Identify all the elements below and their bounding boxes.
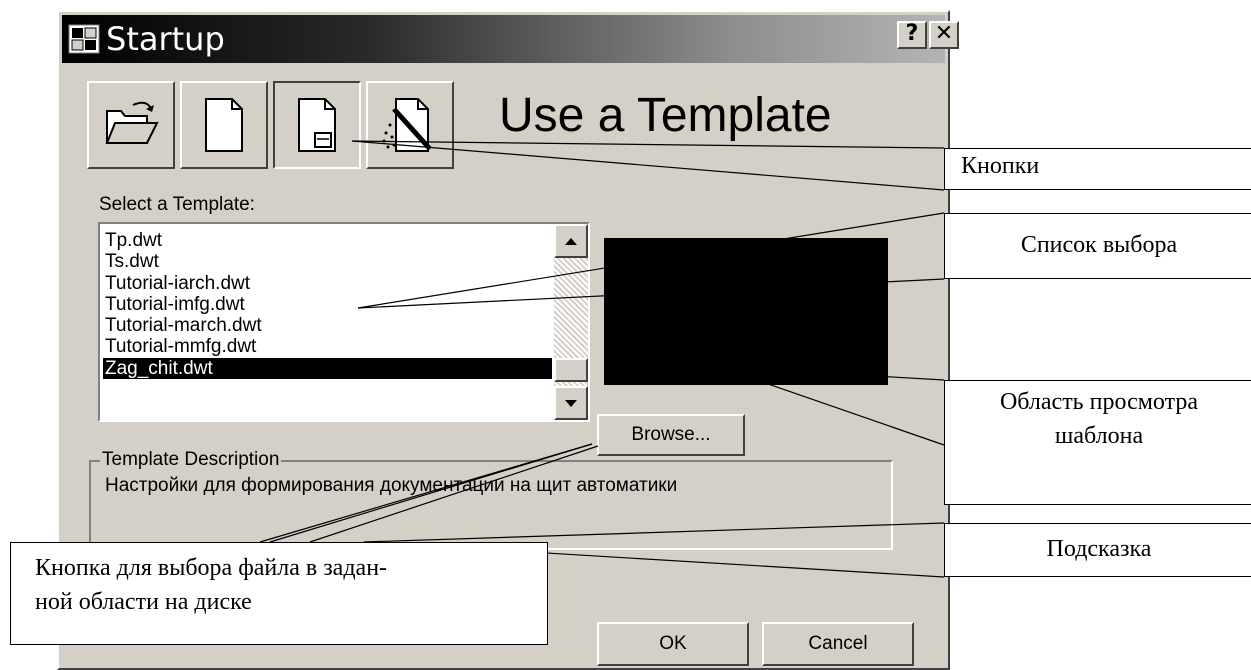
window-title: Startup	[106, 20, 225, 58]
callout-browse-line2: ной области на диске	[35, 589, 252, 615]
template-list-label: Select a Template:	[99, 194, 255, 215]
template-list-item[interactable]: Ts.dwt	[103, 251, 552, 272]
template-description-text: Настройки для формирования документации …	[105, 475, 678, 496]
close-button[interactable]: ✕	[929, 21, 959, 49]
wizard-document-icon	[382, 98, 432, 152]
use-wizard-button[interactable]	[366, 81, 454, 169]
scroll-up-button[interactable]	[554, 224, 588, 258]
template-listbox[interactable]: Tp.dwt Ts.dwt Tutorial-iarch.dwt Tutorial-i…	[98, 222, 590, 422]
cancel-button[interactable]: Cancel	[762, 622, 914, 666]
app-icon	[68, 24, 100, 54]
scroll-thumb[interactable]	[554, 358, 588, 382]
template-description-legend: Template Description	[100, 449, 282, 471]
blank-document-icon	[205, 98, 243, 152]
list-scrollbar[interactable]	[554, 224, 588, 420]
help-button[interactable]: ?	[897, 21, 927, 49]
arrow-up-icon	[565, 238, 577, 245]
callout-preview-line2: шаблона	[1054, 423, 1144, 449]
browse-button[interactable]: Browse...	[597, 414, 745, 456]
start-from-scratch-button[interactable]	[180, 81, 268, 169]
template-description-group: Template Description Настройки для форми…	[89, 449, 893, 550]
template-document-icon	[298, 98, 336, 152]
page-heading: Use a Template	[499, 89, 832, 142]
template-list-item[interactable]: Tutorial-imfg.dwt	[103, 294, 552, 315]
template-list-item[interactable]: Zag_chit.dwt	[103, 357, 552, 380]
callout-preview-line1: Область просмотра	[999, 389, 1199, 415]
callout-hint-text: Подсказка	[1046, 536, 1152, 562]
arrow-down-icon	[565, 400, 577, 407]
scroll-down-button[interactable]	[554, 386, 588, 420]
callout-browse-line1: Кнопка для выбора файла в задан-	[35, 555, 388, 581]
callout-buttons: Кнопки	[944, 148, 1251, 190]
callout-browse: Кнопка для выбора файла в задан- ной обл…	[10, 542, 548, 645]
use-template-button[interactable]	[273, 81, 361, 169]
callout-list-text: Список выбора	[1020, 232, 1178, 258]
callout-preview: Область просмотра шаблона	[944, 380, 1251, 505]
open-drawing-button[interactable]	[87, 81, 175, 169]
template-preview	[604, 238, 888, 385]
ok-button[interactable]: OK	[597, 622, 749, 666]
callout-list: Список выбора	[944, 213, 1251, 279]
template-list-item[interactable]: Tutorial-iarch.dwt	[103, 273, 552, 294]
callout-hint: Подсказка	[944, 523, 1251, 577]
close-icon: ✕	[934, 21, 954, 46]
template-list-item[interactable]: Tp.dwt	[103, 230, 552, 251]
template-list-item[interactable]: Tutorial-mmfg.dwt	[103, 336, 552, 357]
template-list-item[interactable]: Tutorial-march.dwt	[103, 315, 552, 336]
title-bar[interactable]: Startup	[62, 15, 945, 63]
open-folder-icon	[105, 101, 159, 144]
callout-buttons-text: Кнопки	[961, 153, 1040, 179]
